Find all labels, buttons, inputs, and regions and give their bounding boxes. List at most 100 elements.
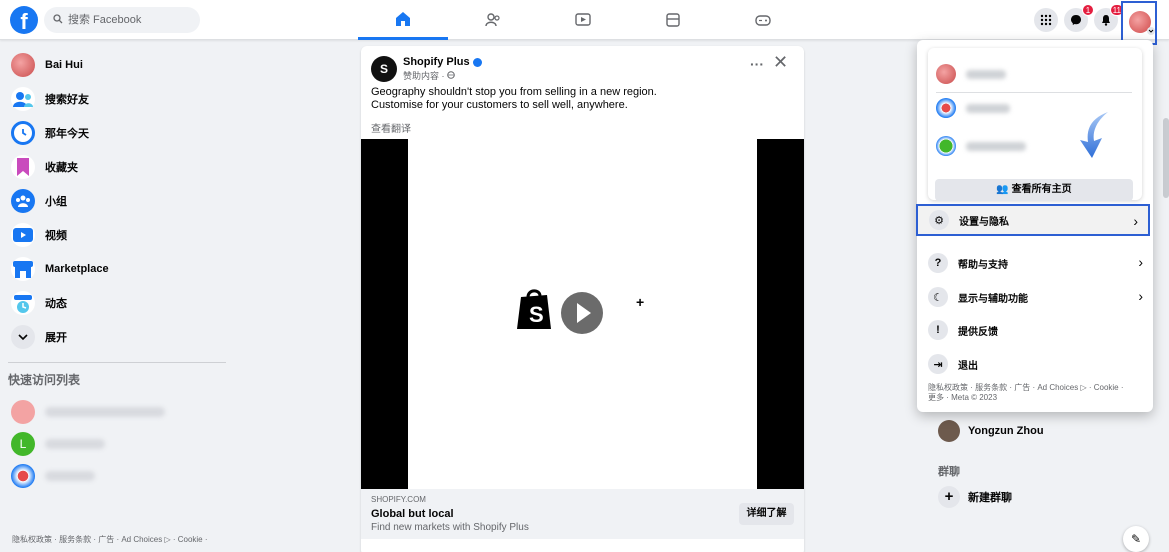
chevron-down-icon bbox=[11, 325, 35, 349]
video-frame: S + bbox=[408, 139, 757, 489]
see-all-profiles-label: 查看所有主页 bbox=[1011, 184, 1072, 195]
sidebar-item-label: 动态 bbox=[45, 298, 67, 310]
post-author[interactable]: Shopify Plus bbox=[403, 56, 482, 68]
new-group-chat-button[interactable]: + 新建群聊 bbox=[938, 486, 1012, 508]
watch-icon bbox=[575, 13, 591, 26]
marketplace-icon bbox=[666, 13, 680, 27]
sidebar-item-label: 视频 bbox=[45, 230, 67, 242]
sidebar-footer-links[interactable]: 隐私权政策 · 服务条款 · 广告 · Ad Choices ▷ · Cooki… bbox=[12, 534, 208, 545]
help-icon: ? bbox=[928, 253, 948, 273]
post-text-line: Customise for your customers to sell wel… bbox=[371, 99, 628, 111]
messenger-button[interactable]: 1 bbox=[1064, 4, 1094, 32]
page-scrollbar[interactable] bbox=[1163, 118, 1169, 198]
menu-item-logout[interactable]: ⇥ 退出 bbox=[917, 348, 1153, 380]
search-input[interactable]: 搜索 Facebook bbox=[44, 7, 200, 33]
new-message-button[interactable]: ✎ bbox=[1123, 526, 1149, 552]
see-translation-link[interactable]: 查看翻译 bbox=[371, 120, 411, 135]
moon-icon: ☾ bbox=[928, 287, 948, 307]
video-player[interactable]: S + bbox=[361, 139, 804, 489]
account-dropdown-menu: 👥 查看所有主页 ⚙ 设置与隐私 › ? 帮助与支持 › ☾ 显示与辅助功能 ›… bbox=[916, 40, 1153, 412]
menu-footer-links[interactable]: 隐私权政策 · 服务条款 · 广告 · Ad Choices ▷ · Cooki… bbox=[928, 383, 1142, 403]
tab-friends[interactable] bbox=[448, 0, 538, 40]
sidebar-item-label: Bai Hui bbox=[45, 59, 83, 71]
chevron-right-icon: › bbox=[1138, 254, 1143, 270]
link-preview[interactable]: SHOPIFY.COM Global but local Find new ma… bbox=[361, 489, 804, 539]
gaming-icon bbox=[755, 15, 771, 26]
notifications-button[interactable]: 11 bbox=[1094, 4, 1124, 32]
memories-icon bbox=[11, 121, 35, 145]
menu-item-settings-privacy[interactable]: ⚙ 设置与隐私 › bbox=[916, 204, 1150, 236]
friends-icon bbox=[485, 13, 500, 27]
sidebar-item-find-friends[interactable]: 搜索好友 bbox=[8, 82, 228, 116]
sidebar-item-profile[interactable]: Bai Hui bbox=[8, 48, 228, 82]
menu-footer-line: 更多 · Meta © 2023 bbox=[928, 393, 998, 402]
people-icon: 👥 bbox=[996, 184, 1009, 195]
plus-icon: + bbox=[938, 486, 960, 508]
left-sidebar: Bai Hui 搜索好友 那年今天 收藏夹 小组 视频 Marketplace … bbox=[8, 48, 228, 492]
shortcuts-title: 快速访问列表 bbox=[8, 373, 81, 387]
tab-home[interactable] bbox=[358, 0, 448, 40]
tab-gaming[interactable] bbox=[718, 0, 808, 40]
contact-avatar bbox=[938, 420, 960, 442]
menu-item-label: 帮助与支持 bbox=[958, 259, 1008, 271]
page-avatar bbox=[936, 98, 956, 118]
gear-icon: ⚙ bbox=[929, 210, 949, 230]
menu-item-help-support[interactable]: ? 帮助与支持 › bbox=[917, 247, 1153, 279]
sidebar-item-groups[interactable]: 小组 bbox=[8, 184, 228, 218]
sidebar-item-label: 那年今天 bbox=[45, 128, 89, 140]
post-text-line: Geography shouldn't stop you from sellin… bbox=[371, 86, 657, 98]
sidebar-item-label: 展开 bbox=[45, 332, 67, 344]
close-icon[interactable]: ✕ bbox=[773, 52, 788, 73]
menu-item-label: 退出 bbox=[958, 360, 978, 372]
shortcut-item[interactable] bbox=[8, 460, 228, 492]
shortcut-item[interactable] bbox=[8, 396, 228, 428]
messenger-icon bbox=[1071, 15, 1081, 25]
facebook-logo-icon[interactable]: f bbox=[10, 6, 38, 34]
blurred-profile-name bbox=[966, 104, 1010, 113]
contact-name: Yongzun Zhou bbox=[968, 425, 1044, 437]
video-icon bbox=[11, 223, 35, 247]
sidebar-item-memories[interactable]: 那年今天 bbox=[8, 116, 228, 150]
plus-icon: + bbox=[636, 294, 645, 310]
chevron-down-icon bbox=[1147, 27, 1155, 35]
new-group-label: 新建群聊 bbox=[968, 492, 1012, 504]
menu-item-label: 设置与隐私 bbox=[959, 216, 1009, 228]
sidebar-item-video[interactable]: 视频 bbox=[8, 218, 228, 252]
sidebar-item-saved[interactable]: 收藏夹 bbox=[8, 150, 228, 184]
profiles-divider bbox=[936, 92, 1132, 93]
sidebar-item-feeds[interactable]: 动态 bbox=[8, 286, 228, 320]
contact-item[interactable]: Yongzun Zhou bbox=[938, 420, 1044, 442]
sidebar-item-marketplace[interactable]: Marketplace bbox=[8, 252, 228, 286]
menu-item-give-feedback[interactable]: ! 提供反馈 bbox=[917, 314, 1153, 346]
sidebar-item-label: 搜索好友 bbox=[45, 94, 89, 106]
more-options-icon[interactable]: ··· bbox=[750, 56, 764, 72]
menu-item-display-accessibility[interactable]: ☾ 显示与辅助功能 › bbox=[917, 281, 1153, 313]
menu-footer-line: 隐私权政策 · 服务条款 · 广告 · Ad Choices ▷ · Cooki… bbox=[928, 383, 1124, 392]
link-title: Global but local bbox=[371, 508, 454, 520]
post-author-name: Shopify Plus bbox=[403, 56, 470, 68]
friends-icon bbox=[11, 87, 35, 111]
search-placeholder: 搜索 Facebook bbox=[68, 14, 142, 26]
shortcut-avatar: L bbox=[11, 432, 35, 456]
account-menu-button[interactable] bbox=[1121, 1, 1157, 45]
globe-icon bbox=[447, 71, 455, 79]
tab-watch[interactable] bbox=[538, 0, 628, 40]
shopify-logo-icon[interactable]: S bbox=[371, 56, 397, 82]
sidebar-item-expand[interactable]: 展开 bbox=[8, 320, 228, 354]
see-all-profiles-button[interactable]: 👥 查看所有主页 bbox=[935, 179, 1133, 201]
tab-marketplace[interactable] bbox=[628, 0, 718, 40]
play-button[interactable] bbox=[561, 292, 603, 334]
learn-more-button[interactable]: 详细了解 bbox=[739, 503, 794, 525]
svg-text:S: S bbox=[529, 302, 544, 327]
compose-icon: ✎ bbox=[1130, 532, 1142, 546]
menu-grid-button[interactable] bbox=[1034, 8, 1058, 32]
messenger-badge: 1 bbox=[1082, 4, 1094, 16]
profile-switch-item[interactable] bbox=[936, 64, 1136, 88]
shopify-bag-icon: S bbox=[517, 289, 551, 329]
saved-icon bbox=[11, 155, 35, 179]
feedback-icon: ! bbox=[928, 320, 948, 340]
shortcut-item[interactable]: L bbox=[8, 428, 228, 460]
annotation-arrow-icon bbox=[1080, 112, 1108, 158]
sponsored-post: S Shopify Plus 赞助内容 · ··· ✕ Geography sh… bbox=[361, 46, 804, 552]
post-meta: 赞助内容 · bbox=[403, 69, 455, 82]
